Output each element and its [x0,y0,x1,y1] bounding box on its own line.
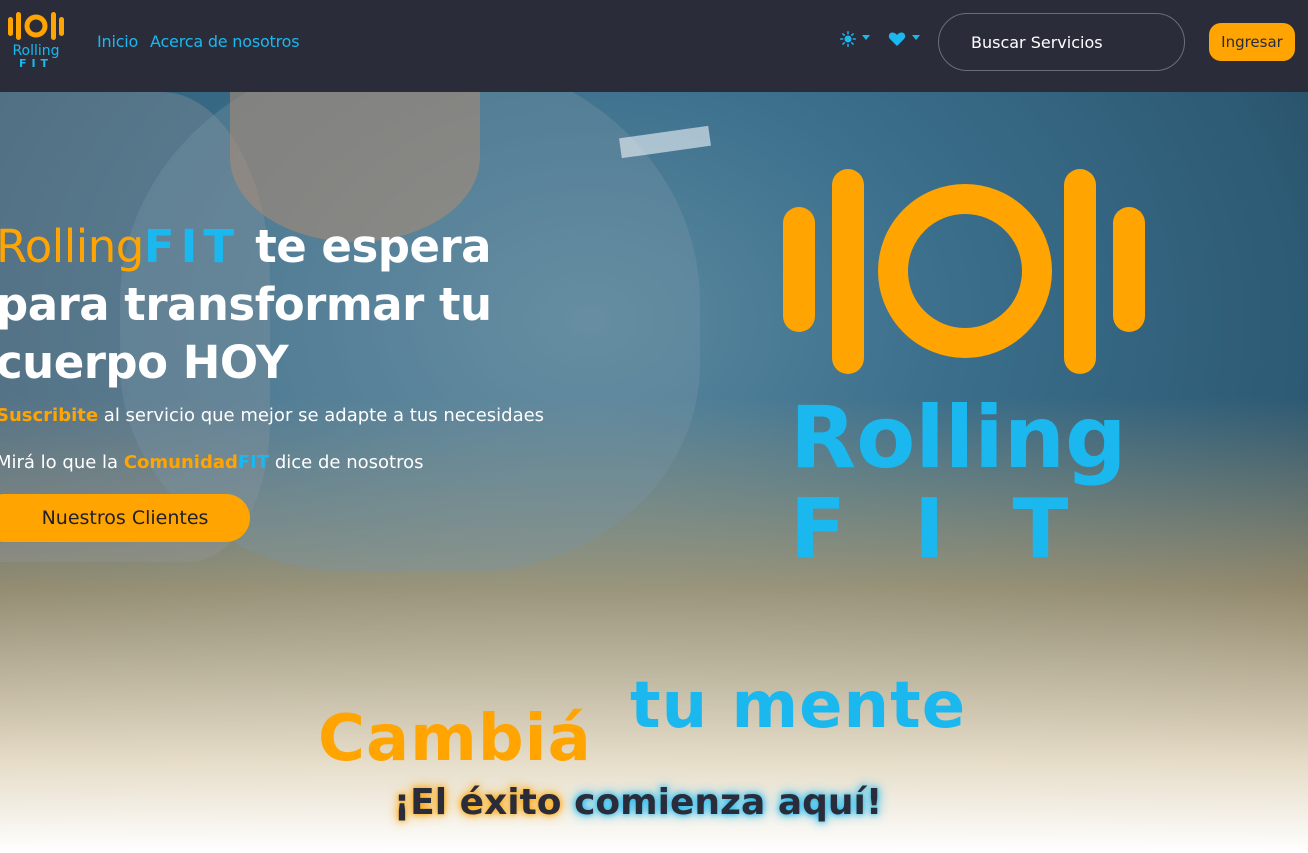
favorites-dropdown[interactable] [888,31,920,47]
hero-subtitle-community: Mirá lo que la ComunidadFIT dice de noso… [0,452,424,473]
nav-link-inicio[interactable]: Inicio [97,32,138,51]
heart-icon [888,32,906,46]
svg-text:FIT: FIT [19,57,53,68]
svg-text:Rolling: Rolling [790,388,1127,488]
hero-subtitle-subscribe: Suscribite al servicio que mejor se adap… [0,405,545,426]
theme-dropdown[interactable] [840,31,870,47]
hero-section: RollingFIT te espera para transformar tu… [0,92,1308,853]
hero-headline: RollingFIT te espera para transformar tu… [0,220,492,389]
navbar: Rolling FIT Inicio Acerca de nosotros In… [0,0,1308,92]
tagline-cambia: Cambiá [318,702,592,776]
tagline-tu-mente: tu mente [630,669,967,743]
chevron-down-icon [862,34,870,40]
sun-icon [840,31,856,47]
nav-link-acerca[interactable]: Acerca de nosotros [150,32,300,51]
rollingfit-large-logo: Rolling FIT [783,169,1145,567]
chevron-down-icon [912,34,920,40]
search-input[interactable] [938,13,1185,71]
rollingfit-logo-icon: Rolling FIT [8,12,64,68]
tagline-exito: ¡El éxito comienza aquí! [393,782,883,823]
svg-text:FIT: FIT [790,482,1136,567]
brand-logo[interactable]: Rolling FIT [6,10,68,68]
our-clients-button[interactable]: Nuestros Clientes [0,494,250,542]
login-button[interactable]: Ingresar [1209,23,1295,61]
